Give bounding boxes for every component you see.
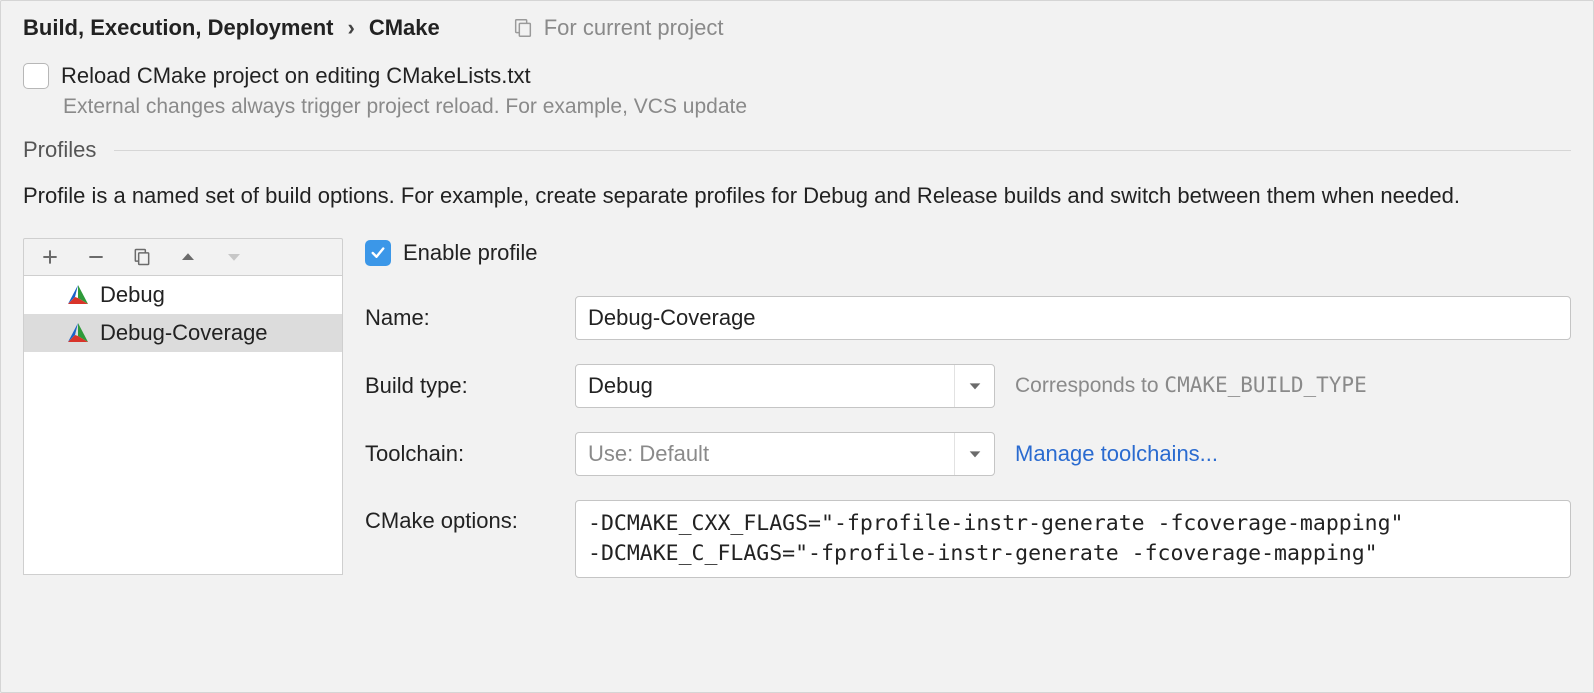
profiles-toolbar [23,238,343,275]
reload-checkbox-label: Reload CMake project on editing CMakeLis… [61,63,531,89]
chevron-down-icon [954,365,994,407]
profile-item-label: Debug-Coverage [100,320,268,346]
breadcrumb-separator: › [347,15,354,41]
name-label: Name: [365,305,555,331]
build-type-label: Build type: [365,373,555,399]
manage-toolchains-link[interactable]: Manage toolchains... [1015,441,1218,467]
enable-profile-row[interactable]: Enable profile [365,240,1571,266]
profile-list-item[interactable]: Debug [24,276,342,314]
profiles-section-header: Profiles [23,137,1571,163]
copy-profile-button[interactable] [130,245,154,269]
profiles-panel: Debug Debug-Coverage [23,238,343,578]
move-up-button[interactable] [176,245,200,269]
chevron-down-icon [954,433,994,475]
profile-form: Enable profile Name: Debug-Coverage Buil… [365,238,1571,578]
build-type-select[interactable]: Debug [575,364,995,408]
enable-profile-label: Enable profile [403,240,538,266]
cmake-icon [66,321,90,345]
profiles-list[interactable]: Debug Debug-Coverage [23,275,343,575]
profile-list-item[interactable]: Debug-Coverage [24,314,342,352]
breadcrumb-group[interactable]: Build, Execution, Deployment [23,15,333,41]
toolchain-select[interactable]: Use: Default [575,432,995,476]
profiles-description: Profile is a named set of build options.… [23,181,1571,212]
profile-item-label: Debug [100,282,165,308]
cmake-settings-panel: Build, Execution, Deployment › CMake For… [0,0,1594,693]
add-profile-button[interactable] [38,245,62,269]
breadcrumb-page: CMake [369,15,440,41]
cmake-options-label: CMake options: [365,500,555,534]
name-input[interactable]: Debug-Coverage [575,296,1571,340]
copy-scope-icon [512,17,534,39]
toolchain-label: Toolchain: [365,441,555,467]
reload-checkbox[interactable] [23,63,49,89]
move-down-button[interactable] [222,245,246,269]
scope-label: For current project [544,15,724,41]
reload-hint: External changes always trigger project … [63,95,1571,119]
profiles-section-label: Profiles [23,137,96,163]
remove-profile-button[interactable] [84,245,108,269]
breadcrumb: Build, Execution, Deployment › CMake For… [23,15,1571,41]
enable-profile-checkbox[interactable] [365,240,391,266]
scope-badge: For current project [512,15,724,41]
cmake-icon [66,283,90,307]
build-type-hint: Corresponds to CMAKE_BUILD_TYPE [1015,373,1367,398]
cmake-options-input[interactable]: -DCMAKE_CXX_FLAGS="-fprofile-instr-gener… [575,500,1571,578]
reload-checkbox-row[interactable]: Reload CMake project on editing CMakeLis… [23,63,1571,89]
